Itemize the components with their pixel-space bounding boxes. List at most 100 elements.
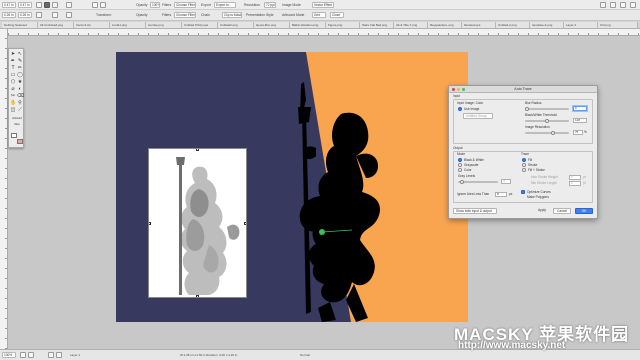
tab-document[interactable]: Nothing Selected: [2, 22, 38, 28]
tab-document[interactable]: Untitled-2.png: [496, 22, 530, 28]
panel-toggle-icon[interactable]: [620, 2, 626, 8]
trace-stroke-radio[interactable]: [522, 163, 526, 167]
export-select[interactable]: Export to...: [214, 2, 236, 8]
width-field[interactable]: 0.26 in: [2, 12, 16, 18]
resolution-field[interactable]: 72 ppi: [264, 2, 276, 8]
bw-threshold-field[interactable]: 128: [573, 118, 587, 123]
rectangle-tool-icon[interactable]: ▭: [10, 72, 16, 78]
gradient-tool-icon[interactable]: ◐: [17, 86, 23, 92]
polygon-tool-icon[interactable]: ⬠: [10, 79, 16, 85]
text-tool-icon[interactable]: T: [10, 65, 16, 71]
pen-tool-icon[interactable]: ✒: [10, 58, 16, 64]
blend-mode[interactable]: Normal: [300, 352, 310, 358]
rotate-icon[interactable]: [66, 12, 72, 18]
slider-knob[interactable]: [551, 131, 555, 135]
flip-icon[interactable]: [52, 12, 58, 18]
tab-document[interactable]: Untitled Prinfy.eps: [182, 22, 218, 28]
tab-document[interactable]: Rayquacker+.png: [428, 22, 462, 28]
zoom-in-icon[interactable]: [28, 352, 34, 358]
zoom-tool-icon[interactable]: ⚲: [17, 100, 23, 106]
tab-document[interactable]: template-A.png: [530, 22, 564, 28]
direct-selection-tool-icon[interactable]: ↖: [17, 51, 23, 57]
blur-radius-field[interactable]: 0: [573, 106, 587, 111]
panel-toggle-icon[interactable]: [630, 2, 636, 8]
max-stroke-field[interactable]: 0: [569, 175, 581, 180]
y-field[interactable]: 0.47 in: [18, 2, 32, 8]
choose-filter-select-2[interactable]: Choose Filter: [174, 12, 196, 18]
resize-handle[interactable]: [244, 222, 246, 225]
gray-levels-slider[interactable]: [458, 180, 498, 184]
resize-handle[interactable]: [196, 295, 199, 297]
zoom-select[interactable]: 100%: [2, 352, 16, 358]
min-stroke-field[interactable]: 0: [569, 181, 581, 186]
tab-document[interactable]: layout-Box.png: [254, 22, 290, 28]
align-right-icon[interactable]: [52, 2, 58, 8]
stroke-swatch[interactable]: [17, 139, 23, 144]
apply-button[interactable]: Apply: [533, 208, 551, 214]
vertical-ruler[interactable]: [0, 29, 8, 349]
zoom-out-icon[interactable]: [20, 352, 26, 358]
vector-effect-select[interactable]: Vector Effect: [312, 2, 334, 8]
tab-document[interactable]: Layer 2: [564, 22, 598, 28]
eyedropper-tool-icon[interactable]: ⌀: [10, 86, 16, 92]
ignore-area-field[interactable]: 8: [495, 192, 507, 197]
bw-threshold-slider[interactable]: [525, 119, 569, 123]
x-field[interactable]: 0.47 in: [2, 2, 16, 8]
distribute-icon[interactable]: [66, 2, 72, 8]
tab-document[interactable]: Vecto-3.zip: [74, 22, 110, 28]
height-field[interactable]: 0.26 in: [18, 12, 32, 18]
choose-filter-select[interactable]: Choose Filter: [174, 2, 196, 8]
clip-to-mask-button[interactable]: Clip to Mask: [222, 12, 242, 18]
tab-document[interactable]: Ctrl.png: [598, 22, 638, 28]
layer-indicator[interactable]: Layer 1: [70, 352, 80, 358]
preview-mode-select[interactable]: Show both input & output: [453, 208, 497, 214]
page-prev-icon[interactable]: [48, 352, 54, 358]
redo-icon[interactable]: [100, 2, 106, 8]
trace-fill-stroke-radio[interactable]: [522, 168, 526, 172]
slider-knob[interactable]: [460, 180, 464, 184]
ok-button[interactable]: OK: [575, 208, 593, 214]
eraser-tool-icon[interactable]: ⌫: [17, 93, 24, 99]
panel-toggle-icon[interactable]: [600, 2, 606, 8]
tab-document[interactable]: sunrise.png: [146, 22, 182, 28]
trace-fill-radio[interactable]: [522, 158, 526, 162]
page-next-icon[interactable]: [56, 352, 62, 358]
artboard-tool-label[interactable]: Artboard: [10, 117, 24, 120]
mode-color-radio[interactable]: [458, 168, 462, 172]
tab-document[interactable]: Alt & Title-7.png: [394, 22, 428, 28]
pencil-tool-icon[interactable]: ✏: [17, 65, 23, 71]
opacity-field[interactable]: 100%: [150, 2, 160, 8]
tab-document[interactable]: Untitled2.png: [218, 22, 254, 28]
tab-document[interactable]: Linda1.png: [110, 22, 146, 28]
resize-handle[interactable]: [196, 149, 199, 151]
blur-radius-slider[interactable]: [525, 107, 569, 111]
mode-bw-radio[interactable]: [458, 158, 462, 162]
star-tool-icon[interactable]: ★: [17, 79, 23, 85]
slider-knob[interactable]: [525, 107, 529, 111]
selection-tool-icon[interactable]: ➤: [10, 51, 16, 57]
close-button[interactable]: Close: [330, 12, 344, 18]
mode-grayscale-radio[interactable]: [458, 163, 462, 167]
tab-document[interactable]: All Unclicked.png: [38, 22, 74, 28]
use-image-radio[interactable]: [458, 107, 462, 111]
undo-icon[interactable]: [92, 2, 98, 8]
align-center-icon[interactable]: [44, 2, 50, 8]
optimize-curves-checkbox[interactable]: [521, 190, 525, 194]
tab-document[interactable]: Ballon-Rotation.png: [290, 22, 326, 28]
cancel-button[interactable]: Cancel: [553, 208, 571, 214]
resize-handle[interactable]: [149, 222, 151, 225]
slice-tool-label[interactable]: Slice: [10, 123, 24, 126]
image-resolution-slider[interactable]: [525, 131, 569, 135]
brush-tool-icon[interactable]: ✎: [17, 58, 23, 64]
image-resolution-field[interactable]: 75: [573, 130, 583, 135]
dialog-titlebar[interactable]: Auto Trace: [449, 86, 597, 93]
panel-toggle-icon[interactable]: [610, 2, 616, 8]
tab-document[interactable]: Stars Cali Bed.png: [360, 22, 394, 28]
slider-knob[interactable]: [545, 119, 549, 123]
tab-document[interactable]: blended.eps: [462, 22, 496, 28]
shape-builder-icon[interactable]: ◫: [10, 107, 16, 113]
horizontal-ruler[interactable]: [8, 29, 640, 36]
use-image-select[interactable]: Untitled Group: [463, 113, 493, 119]
scissors-tool-icon[interactable]: ✂: [10, 93, 16, 99]
tab-document[interactable]: Figure.png: [326, 22, 360, 28]
